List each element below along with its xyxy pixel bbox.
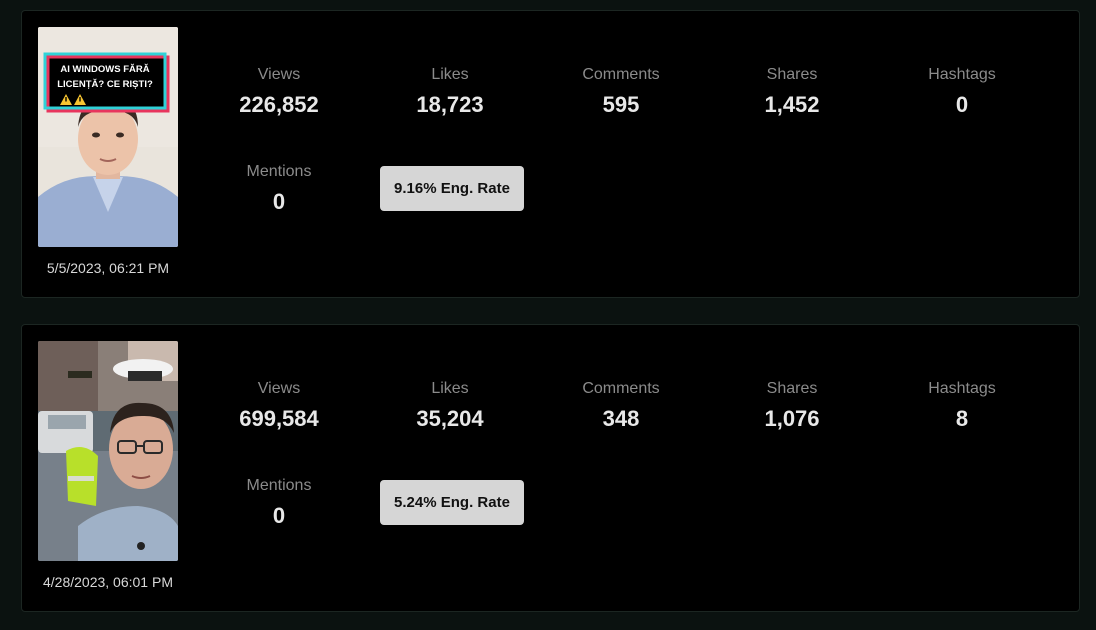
stat-value: 0 [272,503,286,528]
stat-hashtags: Hashtags 0 [877,66,1047,118]
stat-value: 8 [955,406,969,431]
stat-likes: Likes 18,723 [365,66,535,118]
engagement-rate-badge: 9.16% Eng. Rate [380,166,524,211]
stat-value: 18,723 [416,92,484,117]
stat-mentions: Mentions 0 [194,477,364,529]
stat-label: Comments [582,66,660,83]
stat-value: 0 [272,189,286,214]
post-date: 4/28/2023, 06:01 PM [43,574,173,590]
stat-value: 595 [602,92,640,117]
stat-label: Likes [431,66,469,83]
stat-label: Shares [766,66,818,83]
stat-value: 0 [955,92,969,117]
stat-views: Views 226,852 [194,66,364,118]
engagement-rate-badge: 5.24% Eng. Rate [380,480,524,525]
stat-label: Hashtags [928,66,996,83]
post-card: 4/28/2023, 06:01 PM Views 699,584 Likes … [21,324,1080,612]
stat-comments: Comments 595 [536,66,706,118]
stat-value: 1,452 [764,92,820,117]
stat-value: 1,076 [764,406,820,431]
stat-hashtags: Hashtags 8 [877,380,1047,432]
post-date: 5/5/2023, 06:21 PM [46,260,170,276]
stat-label: Views [257,66,301,83]
stat-shares: Shares 1,452 [707,66,877,118]
stat-value: 226,852 [239,92,319,117]
stat-label: Likes [431,380,469,397]
thumbnail-caption-line2: LICENȚĂ? CE RIȘTI? [57,79,153,90]
post-card: AI WINDOWS FĂRĂ LICENȚĂ? CE RIȘTI? 5/5/2… [21,10,1080,298]
stat-views: Views 699,584 [194,380,364,432]
stat-value: 35,204 [416,406,484,431]
video-thumbnail[interactable]: AI WINDOWS FĂRĂ LICENȚĂ? CE RIȘTI? [38,27,178,247]
stat-label: Hashtags [928,380,996,397]
stat-mentions: Mentions 0 [194,163,364,215]
stat-label: Mentions [246,163,312,180]
stat-label: Mentions [246,477,312,494]
stat-shares: Shares 1,076 [707,380,877,432]
stat-comments: Comments 348 [536,380,706,432]
stat-value: 699,584 [239,406,319,431]
stat-label: Views [257,380,301,397]
thumbnail-caption-line1: AI WINDOWS FĂRĂ [60,64,149,75]
video-thumbnail[interactable] [38,341,178,561]
stat-likes: Likes 35,204 [365,380,535,432]
stat-label: Shares [766,380,818,397]
stat-label: Comments [582,380,660,397]
stat-value: 348 [602,406,640,431]
